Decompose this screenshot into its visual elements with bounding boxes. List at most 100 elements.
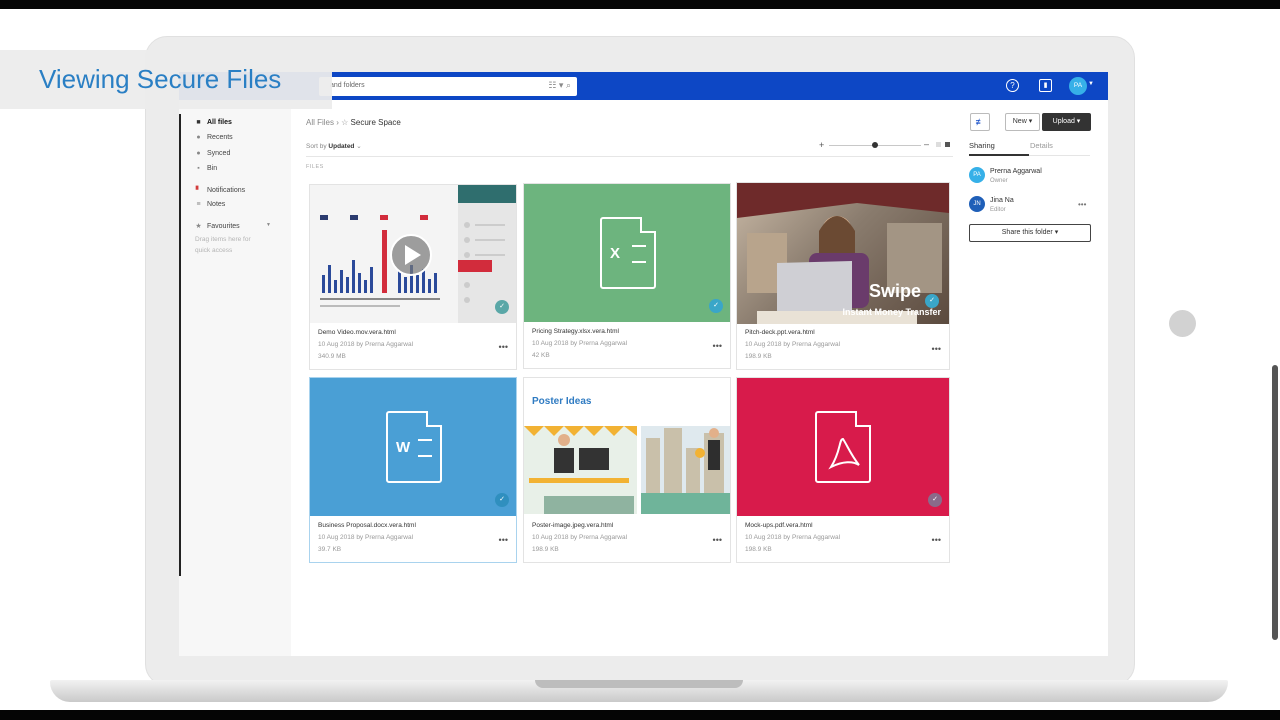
tab-sharing[interactable]: Sharing: [969, 141, 995, 150]
avatar[interactable]: PA: [1069, 77, 1087, 95]
file-card-business-proposal[interactable]: W ✓ Business Proposal.docx.vera.html 10 …: [309, 377, 517, 563]
file-meta: 10 Aug 2018 by Prerna Aggarwal: [745, 341, 841, 348]
file-card-pitch-deck[interactable]: Swipe Instant Money Transfer ✓ Pitch-dec…: [736, 182, 950, 370]
zoom-in-icon[interactable]: +: [819, 140, 824, 150]
sidebar-item-label: Favourites: [207, 223, 240, 230]
active-tab-indicator: [969, 154, 1029, 156]
help-icon[interactable]: ?: [1006, 79, 1019, 92]
notes-icon: ≡: [196, 201, 201, 208]
file-size: 198.9 KB: [532, 546, 559, 553]
sidebar-item-label: All files: [207, 119, 232, 126]
person-with-laptop-photo: [737, 183, 949, 324]
file-size: 198.9 KB: [745, 353, 772, 360]
more-options-icon[interactable]: •••: [499, 342, 508, 352]
user-role: Editor: [990, 207, 1006, 213]
scrollbar[interactable]: [1272, 365, 1278, 640]
sidebar-item-label: Bin: [207, 165, 218, 172]
video-title-overlay: Viewing Secure Files: [0, 50, 332, 109]
file-name: Poster-image.jpeg.vera.html: [532, 522, 614, 529]
file-thumbnail[interactable]: Swipe Instant Money Transfer ✓: [737, 183, 949, 324]
more-options-icon[interactable]: •••: [499, 535, 508, 545]
more-options-icon[interactable]: •••: [932, 344, 941, 354]
star-icon[interactable]: ☆: [341, 118, 348, 127]
excel-file-icon: X: [600, 217, 656, 289]
video-letterbox-bottom: [0, 710, 1280, 720]
search-placeholder: and folders: [330, 82, 365, 89]
sort-control[interactable]: Sort by Updated ⌄: [306, 142, 362, 150]
sync-icon: ●: [196, 150, 201, 157]
search-input[interactable]: and folders ☷ ▾ ⌕: [319, 77, 577, 96]
sidebar-item-recents[interactable]: ● Recents: [194, 134, 232, 141]
sidebar-item-favourites[interactable]: ★ Favourites ▼: [194, 222, 271, 230]
file-thumbnail[interactable]: X ✓: [524, 184, 730, 322]
share-folder-button[interactable]: Share this folder ▾: [969, 224, 1091, 242]
more-options-icon[interactable]: •••: [1078, 200, 1086, 209]
favourites-hint-line: Drag items here for: [195, 236, 251, 243]
file-meta: 10 Aug 2018 by Prerna Aggarwal: [532, 534, 628, 541]
synced-check-icon: ✓: [709, 299, 723, 313]
file-card-pricing-strategy[interactable]: X ✓ Pricing Strategy.xlsx.vera.html 10 A…: [523, 183, 731, 369]
synced-check-icon: ✓: [928, 493, 942, 507]
file-thumbnail[interactable]: Poster Ideas: [524, 378, 730, 516]
panel-toggle-icon[interactable]: ▮: [1039, 79, 1052, 92]
file-name: Pricing Strategy.xlsx.vera.html: [532, 328, 619, 335]
file-meta: 10 Aug 2018 by Prerna Aggarwal: [532, 340, 628, 347]
word-letter: W: [396, 439, 411, 456]
sidebar-item-bin[interactable]: ▪ Bin: [194, 165, 217, 172]
file-name: Business Proposal.docx.vera.html: [318, 522, 416, 529]
sort-value[interactable]: Updated: [328, 143, 354, 150]
cursor-indicator: [1169, 310, 1196, 337]
sidebar-item-notes[interactable]: ≡ Notes: [194, 201, 225, 208]
sidebar-item-all-files[interactable]: ■ All files: [194, 119, 232, 126]
file-card-poster-image[interactable]: Poster Ideas Poster-image.jpeg.vera.html…: [523, 377, 731, 563]
sidebar-item-label: Notifications: [207, 187, 246, 194]
excel-letter: X: [610, 245, 621, 262]
sort-label: Sort by: [306, 143, 327, 150]
upload-button-label: Upload: [1052, 118, 1075, 125]
tab-details[interactable]: Details: [1030, 141, 1053, 150]
file-meta: 10 Aug 2018 by Prerna Aggarwal: [745, 534, 841, 541]
sidebar-item-notifications[interactable]: ▘ Notifications: [194, 186, 245, 194]
zoom-out-icon[interactable]: –: [924, 139, 929, 149]
avatar: JN: [969, 196, 985, 212]
thumbnail-title: Swipe: [868, 281, 921, 301]
file-name: Pitch-deck.ppt.vera.html: [745, 329, 815, 336]
new-button[interactable]: New ▾: [1005, 113, 1040, 131]
more-options-icon[interactable]: •••: [713, 535, 722, 545]
files-section-label: FILES: [306, 164, 324, 170]
chevron-down-icon[interactable]: ▼: [1088, 81, 1094, 87]
list-view-icon[interactable]: [936, 142, 941, 147]
search-icon[interactable]: ☷ ▾ ⌕: [548, 80, 571, 91]
word-file-icon: W: [386, 411, 442, 483]
breadcrumb-root[interactable]: All Files: [306, 118, 334, 127]
folder-icon: ■: [196, 119, 201, 126]
chevron-down-icon[interactable]: ▼: [266, 222, 271, 228]
share-folder-label: Share this folder: [1001, 229, 1053, 236]
file-thumbnail[interactable]: ✓: [737, 378, 949, 516]
file-thumbnail[interactable]: ✓: [310, 185, 516, 323]
grid-view-icon[interactable]: [945, 142, 950, 147]
sidebar-item-synced[interactable]: ● Synced: [194, 150, 230, 157]
file-card-mock-ups[interactable]: ✓ Mock-ups.pdf.vera.html 10 Aug 2018 by …: [736, 377, 950, 563]
video-thumbnail-chart: [310, 185, 516, 323]
chevron-down-icon[interactable]: ⌄: [356, 143, 361, 150]
synced-check-icon: ✓: [925, 294, 939, 308]
breadcrumb: All Files › ☆ Secure Space: [306, 118, 401, 127]
synced-check-icon: ✓: [495, 300, 509, 314]
thumbnail-subtitle: Instant Money Transfer: [842, 307, 941, 317]
file-meta: 10 Aug 2018 by Prerna Aggarwal: [318, 534, 414, 541]
more-options-icon[interactable]: •••: [713, 341, 722, 351]
zoom-slider-handle[interactable]: [872, 142, 878, 148]
filter-icon[interactable]: ≢: [970, 113, 990, 131]
bin-icon: ▪: [197, 165, 200, 172]
more-options-icon[interactable]: •••: [932, 535, 941, 545]
file-thumbnail[interactable]: W ✓: [310, 378, 516, 516]
file-card-demo-video[interactable]: ✓ Demo Video.mov.vera.html 10 Aug 2018 b…: [309, 184, 517, 370]
favourites-hint-line: quick access: [195, 247, 233, 254]
file-size: 42 KB: [532, 352, 550, 359]
upload-button[interactable]: Upload ▾: [1042, 113, 1091, 131]
app-window: and folders ☷ ▾ ⌕ ? ▮ PA ▼ ■ All files ● R…: [179, 72, 1108, 656]
sidebar-divider: [179, 114, 181, 576]
file-size: 39.7 KB: [318, 546, 342, 553]
star-icon: ★: [195, 223, 202, 230]
